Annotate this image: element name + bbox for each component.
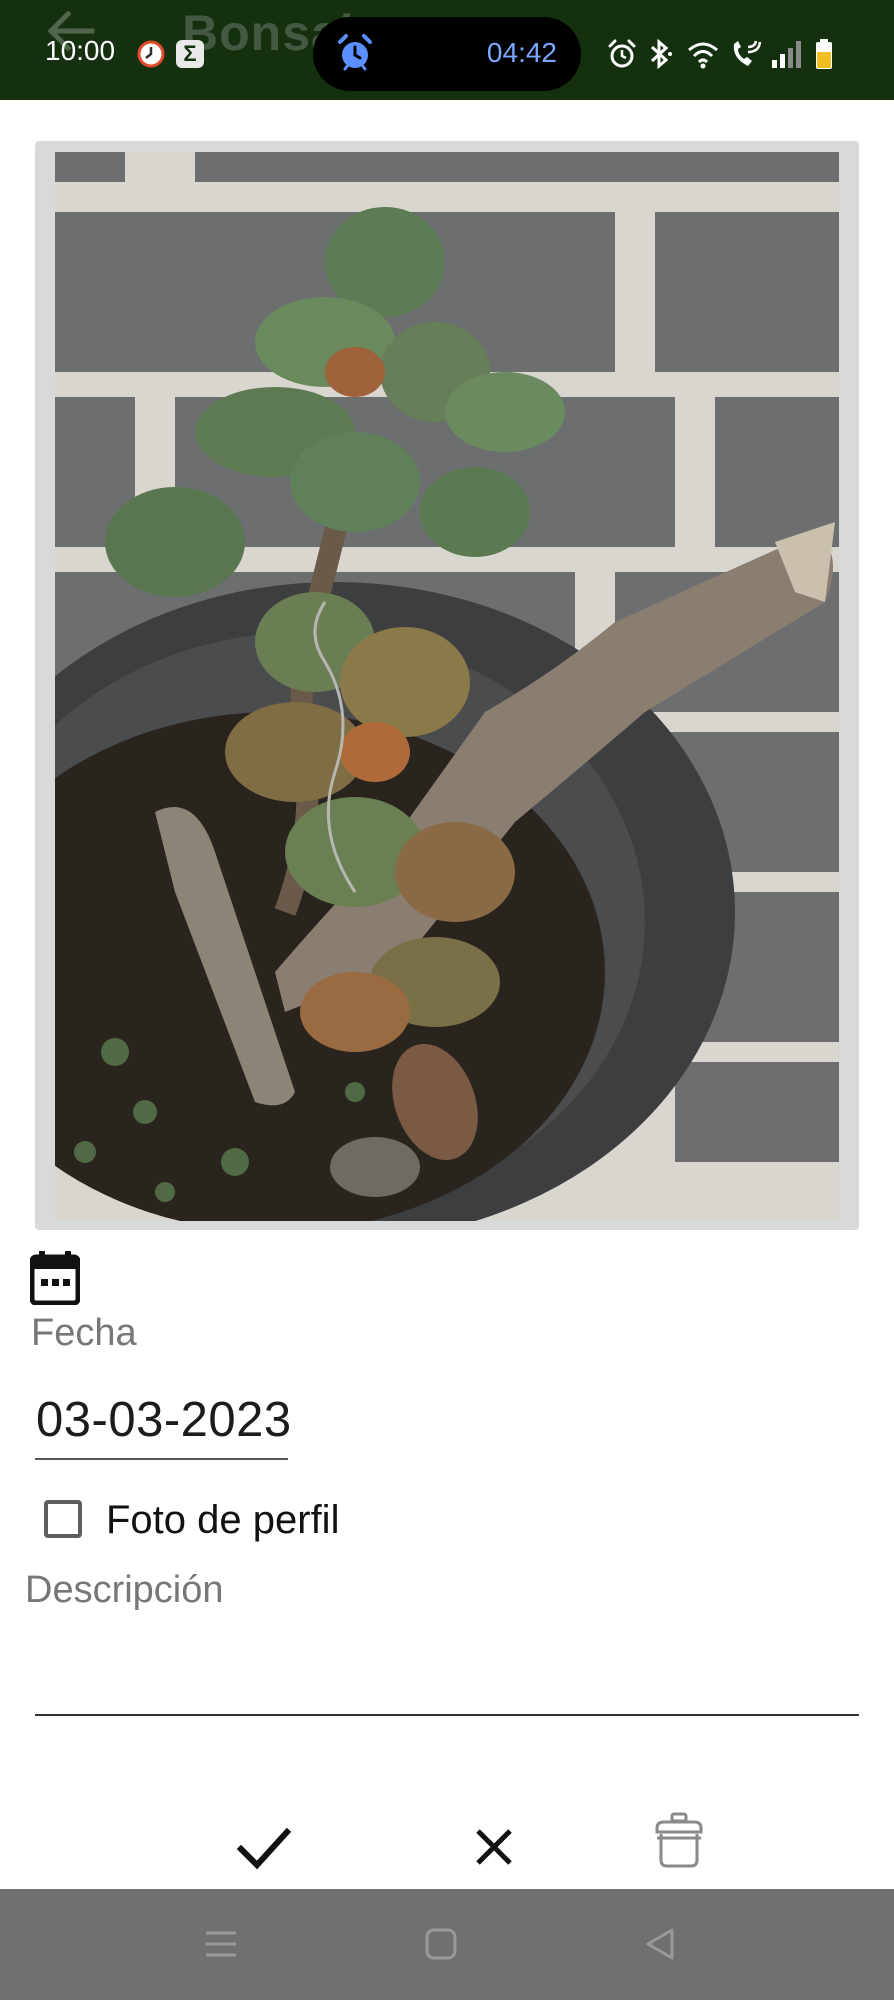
date-label: Fecha	[31, 1312, 137, 1354]
bonsai-photo-illustration	[55, 152, 839, 1221]
menu-icon[interactable]	[196, 1919, 246, 1969]
date-field-underline	[35, 1458, 288, 1460]
profile-photo-checkbox[interactable]	[44, 1500, 82, 1538]
wifi-call-icon	[733, 40, 762, 66]
close-icon[interactable]	[459, 1812, 529, 1882]
calendar-icon[interactable]	[30, 1251, 80, 1305]
system-nav-bar	[0, 1889, 894, 2000]
alarm-pill-time: 04:42	[486, 37, 557, 68]
battery-icon	[816, 39, 832, 69]
description-label: Descripción	[25, 1569, 224, 1611]
bonsai-tree-in-pot-photo[interactable]	[55, 152, 839, 1221]
back-icon[interactable]	[636, 1919, 686, 1969]
trash-icon[interactable]	[644, 1808, 714, 1878]
profile-photo-label[interactable]: Foto de perfil	[106, 1498, 339, 1543]
check-icon[interactable]	[228, 1812, 298, 1882]
status-alarm-icon	[608, 39, 636, 68]
date-field[interactable]: 03-03-2023	[36, 1392, 292, 1448]
clock-notification-icon	[137, 40, 165, 68]
alarm-pill[interactable]: 04:42	[313, 17, 581, 91]
description-field[interactable]	[35, 1620, 859, 1712]
sum-app-icon: Σ	[176, 40, 204, 68]
description-field-underline	[35, 1714, 859, 1716]
bluetooth-icon	[650, 38, 672, 70]
status-time: 10:00	[45, 35, 116, 66]
alarm-icon	[338, 34, 372, 71]
status-bar: Bonsai 10:00 Σ 04:42	[0, 0, 894, 100]
home-icon[interactable]	[416, 1919, 466, 1969]
wifi-icon	[688, 42, 718, 69]
signal-icon	[772, 41, 801, 68]
photo-frame	[35, 141, 859, 1230]
